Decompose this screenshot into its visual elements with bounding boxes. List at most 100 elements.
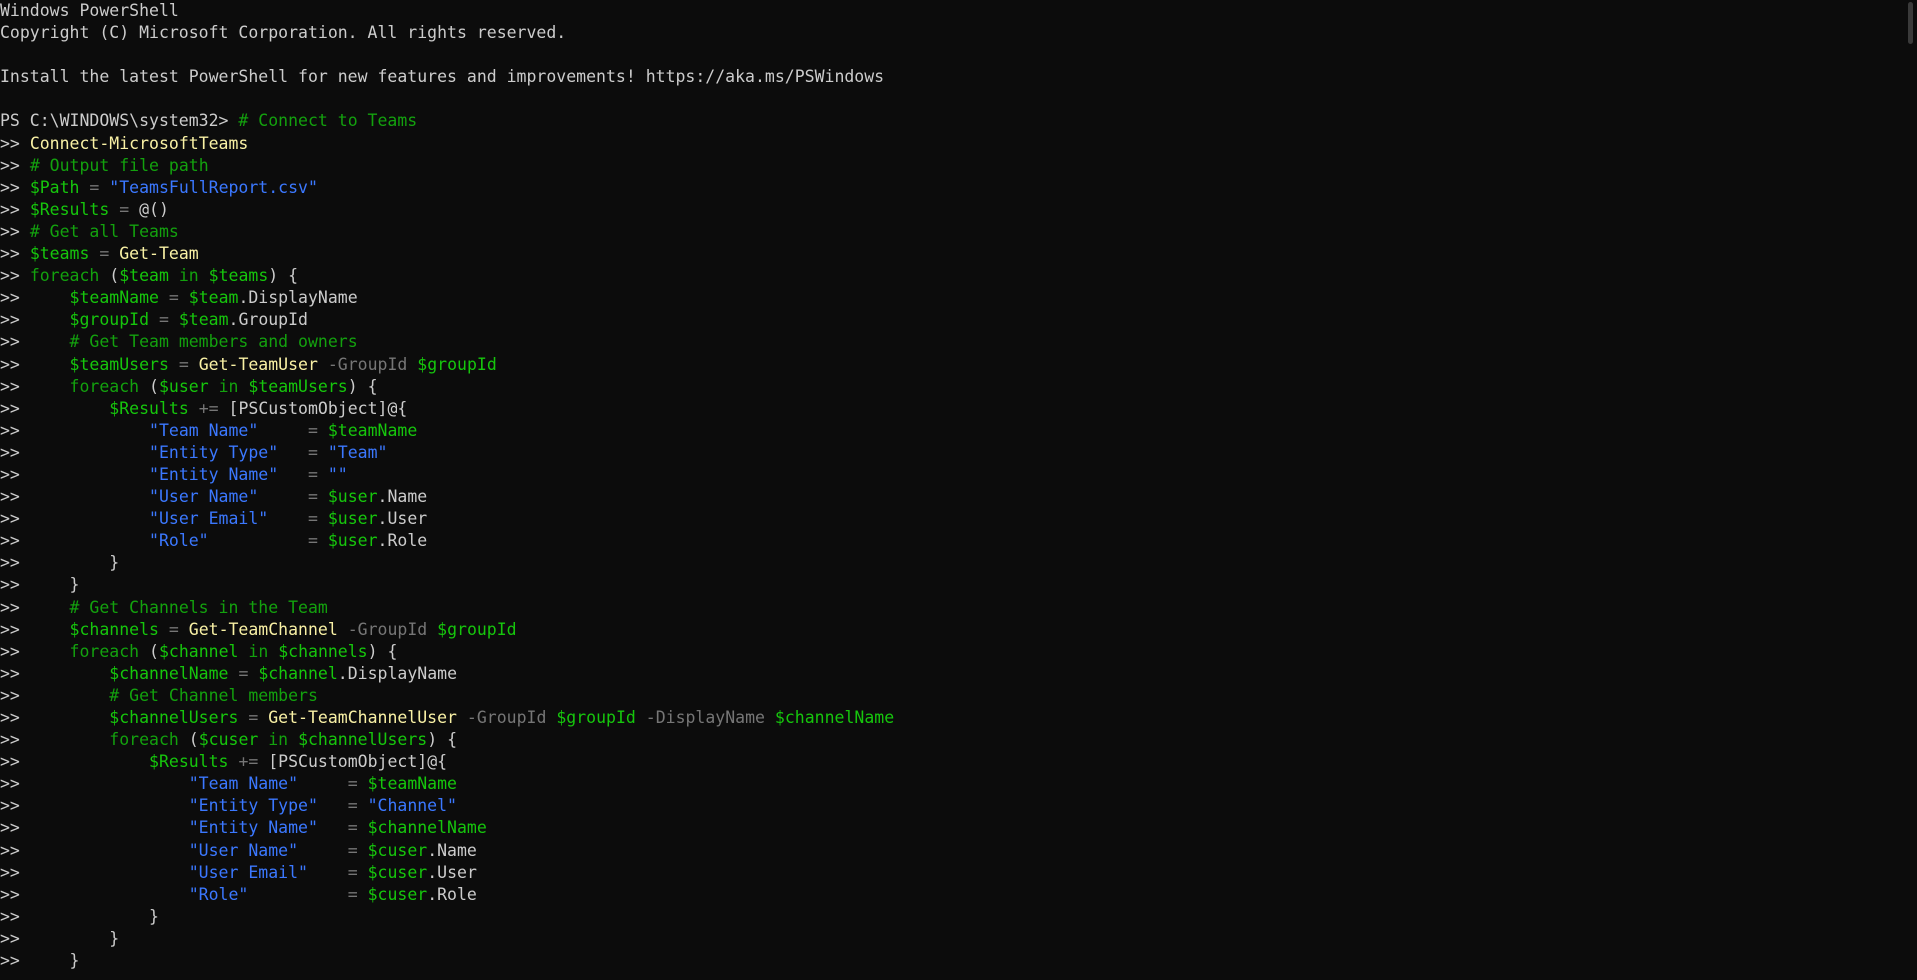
console-token-default (407, 355, 417, 374)
console-token-variable: $user (327, 509, 378, 529)
console-token-default (109, 200, 119, 219)
console-token-operator: = (168, 619, 179, 639)
console-token-default (318, 465, 328, 484)
console-token-default: >> (0, 199, 30, 219)
console-token-default: >> } (0, 553, 120, 573)
console-token-default: >> (0, 597, 70, 617)
console-token-default: >> (0, 487, 150, 507)
console-token-operator: = (307, 509, 318, 529)
console-token-default: .Role (427, 884, 477, 904)
console-output[interactable]: Windows PowerShell Copyright (C) Microsof… (0, 0, 1900, 972)
console-token-param: -DisplayName (645, 708, 765, 727)
console-line: >> Connect-MicrosoftTeams (0, 133, 1900, 155)
console-token-variable: $channel (158, 641, 239, 661)
console-token-default (338, 620, 348, 639)
console-token-variable: $Results (109, 398, 189, 418)
console-token-operator: += (238, 752, 259, 772)
console-token-default (99, 178, 109, 197)
console-token-operator: = (347, 862, 358, 882)
console-line: Install the latest PowerShell for new fe… (0, 66, 1900, 88)
console-token-operator: = (307, 464, 318, 484)
console-token-variable: $teamUsers (69, 354, 169, 374)
console-line: >> "Role" = $user.Role (0, 530, 1900, 552)
console-token-variable: $team (178, 310, 229, 330)
console-line: >> "Role" = $cuser.Role (0, 884, 1900, 906)
console-line: >> } (0, 906, 1900, 928)
console-token-default (318, 487, 328, 506)
console-token-default (258, 708, 268, 727)
console-token-comment: # Get all Teams (29, 221, 179, 241)
console-token-string: "User Name" (149, 487, 259, 507)
console-line: >> } (0, 950, 1900, 972)
console-token-variable: $channel (258, 663, 338, 683)
console-token-default (765, 708, 775, 727)
console-token-default (268, 642, 278, 661)
console-token-operator: = (99, 244, 110, 264)
console-token-default (358, 774, 368, 793)
console-token-default: >> (0, 774, 189, 794)
console-token-default: .Role (377, 531, 428, 551)
console-token-default (358, 818, 368, 837)
console-token-command: Connect-MicrosoftTeams (29, 133, 249, 153)
console-token-default: >> } (0, 906, 159, 926)
console-token-variable: $channelName (367, 818, 487, 838)
console-token-string: "" (327, 464, 348, 484)
console-token-keyword: foreach (69, 376, 140, 396)
console-token-keyword: in (268, 730, 289, 750)
console-token-command: Get-TeamChannelUser (268, 708, 457, 727)
console-token-default: >> (0, 531, 150, 551)
console-line: >> foreach ($team in $teams) { (0, 265, 1900, 287)
console-token-string: "Team" (327, 442, 388, 462)
console-token-operator: = (248, 708, 259, 727)
console-line: >> "Team Name" = $teamName (0, 420, 1900, 442)
vertical-scrollbar[interactable] (1900, 0, 1917, 980)
console-token-default: >> (0, 796, 189, 816)
console-token-string: "TeamsFullReport.csv" (109, 177, 318, 197)
console-token-string: "Entity Type" (149, 442, 279, 462)
console-line: >> $Results += [PSCustomObject]@{ (0, 398, 1900, 420)
console-token-variable: $groupId (69, 310, 150, 330)
console-token-default: .Name (427, 840, 477, 860)
console-token-default (318, 818, 348, 837)
console-line: >> # Get all Teams (0, 221, 1900, 243)
console-token-operator: = (347, 774, 358, 794)
console-token-default: PS C:\WINDOWS\system32> (0, 111, 239, 131)
console-token-default: .Name (377, 487, 428, 507)
console-token-variable: $groupId (437, 619, 517, 639)
console-token-default (318, 421, 328, 440)
console-line: >> "User Name" = $user.Name (0, 486, 1900, 508)
console-line: >> foreach ($channel in $channels) { (0, 641, 1900, 663)
console-token-string: "Role" (149, 531, 209, 551)
console-token-default: >> (0, 155, 30, 175)
console-token-keyword: foreach (29, 266, 100, 286)
console-line: Copyright (C) Microsoft Corporation. All… (0, 22, 1900, 44)
console-token-variable: $channelName (109, 663, 229, 683)
console-token-default: >> } (0, 928, 120, 948)
console-token-default: ( (178, 730, 199, 750)
console-line: >> $Path = "TeamsFullReport.csv" (0, 177, 1900, 199)
console-token-default (358, 796, 368, 815)
console-token-command: Get-TeamChannel (188, 619, 338, 639)
console-token-default (238, 642, 248, 661)
console-token-default (159, 288, 169, 307)
console-token-operator: = (347, 818, 358, 838)
console-token-default: >> (0, 288, 70, 308)
console-token-variable: $cuser (367, 862, 428, 882)
console-token-default: Copyright (C) Microsoft Corporation. All… (0, 23, 567, 43)
scrollbar-thumb[interactable] (1908, 2, 1913, 44)
console-token-default (209, 531, 308, 550)
console-line: >> "User Email" = $cuser.User (0, 862, 1900, 884)
console-token-variable: $user (158, 376, 209, 396)
console-line: >> "Entity Type" = "Team" (0, 442, 1900, 464)
console-token-string: "Channel" (367, 796, 457, 816)
console-token-keyword: foreach (109, 730, 179, 750)
console-token-variable: $channelUsers (109, 708, 239, 727)
powershell-window[interactable]: Windows PowerShell Copyright (C) Microsof… (0, 0, 1917, 980)
console-token-variable: $Results (149, 752, 229, 772)
console-token-default: >> (0, 244, 30, 264)
console-token-comment: # Get Channels in the Team (69, 597, 328, 617)
console-token-operator: = (347, 796, 358, 816)
console-token-default (238, 708, 248, 727)
console-token-command: Get-TeamUser (198, 354, 318, 374)
console-line: >> "Entity Type" = "Channel" (0, 795, 1900, 817)
